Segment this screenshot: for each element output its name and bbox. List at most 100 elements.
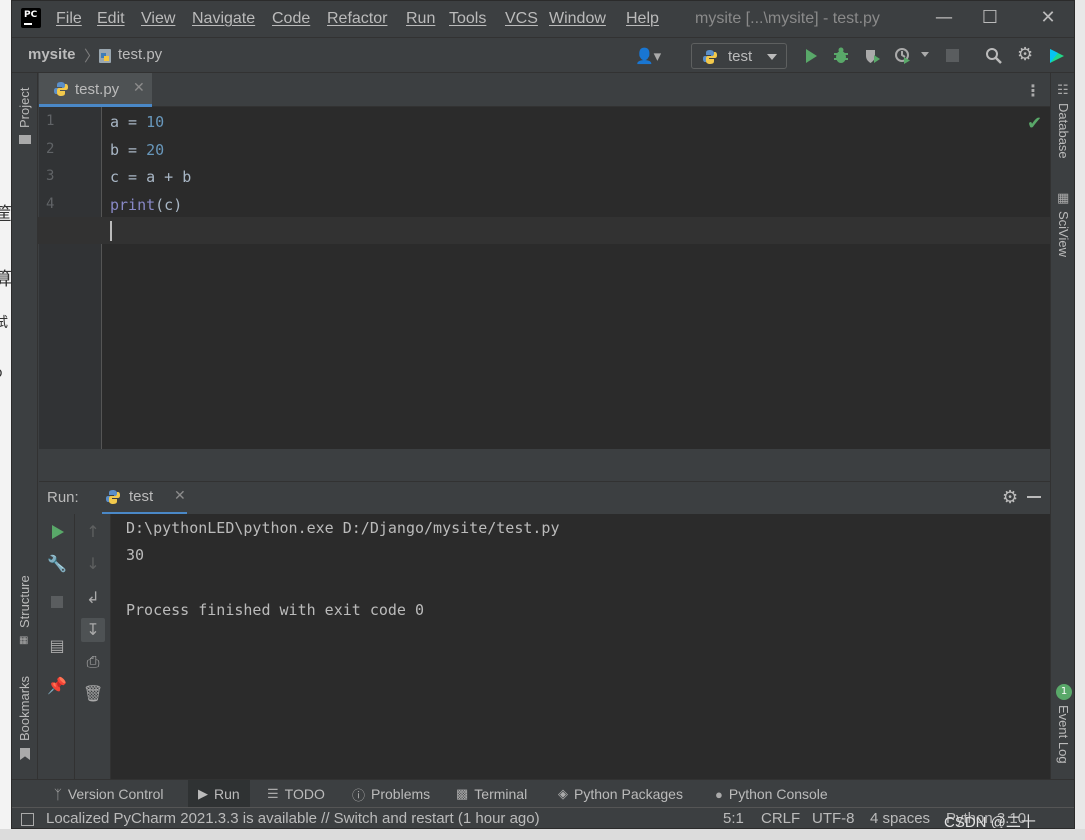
panel-splitter[interactable]: [39, 449, 1050, 481]
run-with-coverage-icon[interactable]: [864, 47, 882, 65]
scroll-to-end-icon[interactable]: ↧: [81, 618, 105, 642]
no-problems-checkmark-icon[interactable]: ✔: [1027, 113, 1042, 134]
current-line-highlight: [38, 217, 1050, 244]
python-file-icon: [99, 49, 111, 63]
toggle-tool-windows-icon[interactable]: [21, 813, 34, 826]
code-with-me-icon[interactable]: [1048, 47, 1066, 65]
line-number-gutter: 1 2 3 4 5: [39, 107, 102, 449]
arrow-down-icon[interactable]: ↓: [83, 554, 103, 574]
run-settings-gear-icon[interactable]: ⚙: [1002, 487, 1018, 508]
folder-icon: [19, 135, 31, 144]
breadcrumb-file[interactable]: test.py: [118, 46, 162, 63]
line-number: 2: [46, 141, 55, 157]
menu-navigate[interactable]: Navigate: [192, 10, 255, 28]
print-icon[interactable]: ⎙: [83, 652, 103, 672]
code-editor[interactable]: a = 10 b = 20 c = a + b print(c) ✔: [38, 107, 1050, 449]
profile-icon[interactable]: [894, 47, 912, 65]
menu-code[interactable]: Code: [272, 10, 310, 28]
code-line-4: print(c): [110, 196, 183, 214]
branch-icon: ᛉ: [54, 786, 62, 802]
console-line: 30: [126, 546, 145, 564]
rerun-icon[interactable]: [47, 522, 67, 542]
menu-window[interactable]: Window: [549, 10, 606, 28]
structure-tool-button[interactable]: Structure: [17, 575, 32, 628]
search-icon[interactable]: [985, 47, 1003, 65]
event-log-tool-button[interactable]: Event Log: [1056, 705, 1071, 764]
wrench-icon[interactable]: 🔧: [47, 554, 67, 574]
menu-vcs[interactable]: VCS: [505, 10, 538, 28]
line-separator[interactable]: CRLF: [761, 810, 800, 827]
sciview-tool-button[interactable]: SciView: [1056, 211, 1071, 257]
stop-icon[interactable]: [51, 596, 63, 608]
menu-file[interactable]: File: [56, 10, 82, 28]
stop-icon[interactable]: [946, 49, 959, 62]
python-icon: ●: [715, 786, 723, 802]
python-file-icon: [54, 82, 68, 96]
menu-bar: PC File Edit View Navigate Code Refactor…: [12, 1, 1074, 37]
editor-tab-label: test.py: [75, 81, 120, 98]
structure-icon: ▦: [19, 635, 29, 646]
run-tool-button[interactable]: ▶ Run: [188, 780, 250, 808]
status-bar: Localized PyCharm 2021.3.3 is available …: [12, 807, 1074, 828]
todo-tool-button[interactable]: ☰ TODO: [267, 780, 325, 808]
editor-tab-bar: test.py ✕ ⋮: [39, 73, 1050, 107]
maximize-icon[interactable]: ☐: [968, 7, 1012, 31]
menu-view[interactable]: View: [141, 10, 175, 28]
code-line-1: a = 10: [110, 113, 165, 131]
soft-wrap-icon[interactable]: ↲: [83, 588, 103, 608]
indent-setting[interactable]: 4 spaces: [870, 810, 930, 827]
menu-edit[interactable]: Edit: [97, 10, 125, 28]
tool-label: Version Control: [67, 786, 164, 802]
user-account-icon[interactable]: 👤▾: [635, 47, 669, 65]
run-console-output[interactable]: D:\pythonLED\python.exe D:/Django/mysite…: [111, 514, 1050, 779]
caret-position[interactable]: 5:1: [723, 810, 744, 827]
code-line-2: b = 20: [110, 141, 165, 159]
python-packages-tool-button[interactable]: ◈ Python Packages: [558, 780, 683, 808]
run-configuration-label: test: [728, 48, 753, 65]
run-tab-test[interactable]: test ✕: [102, 482, 187, 515]
pycharm-logo-icon: PC: [19, 6, 43, 30]
project-tool-button[interactable]: Project: [17, 88, 32, 128]
run-configuration-selector[interactable]: test: [691, 43, 787, 69]
debug-icon[interactable]: [832, 47, 850, 65]
run-tab-label: test: [129, 488, 154, 505]
terminal-icon: ▩: [456, 786, 469, 801]
python-console-tool-button[interactable]: ● Python Console: [715, 780, 828, 808]
window-title: mysite [...\mysite] - test.py: [695, 10, 880, 27]
more-vertical-icon[interactable]: ⋮: [1025, 81, 1041, 100]
sciview-icon: ▦: [1057, 191, 1070, 206]
menu-help[interactable]: Help: [626, 10, 659, 28]
settings-gear-icon[interactable]: ⚙: [1017, 44, 1033, 65]
file-encoding[interactable]: UTF-8: [812, 810, 855, 827]
left-tool-window-bar: Project Structure ▦ Bookmarks: [12, 73, 38, 779]
hide-panel-icon[interactable]: [1027, 496, 1041, 498]
minimize-icon[interactable]: —: [922, 7, 966, 31]
console-line: Process finished with exit code 0: [126, 601, 425, 619]
menu-run[interactable]: Run: [406, 10, 435, 28]
arrow-up-icon[interactable]: ↑: [83, 522, 103, 542]
menu-tools[interactable]: Tools: [449, 10, 486, 28]
run-triangle-icon: ▶: [198, 786, 208, 801]
layout-icon[interactable]: ▤: [47, 636, 67, 656]
console-line: D:\pythonLED\python.exe D:/Django/mysite…: [126, 519, 560, 537]
background-window-strip: 筐算试o: [0, 0, 11, 840]
run-icon[interactable]: [802, 47, 820, 65]
python-icon: [703, 50, 717, 64]
database-tool-button[interactable]: Database: [1056, 103, 1071, 159]
editor-tab-test-py[interactable]: test.py ✕: [39, 73, 152, 107]
chevron-down-icon: [767, 54, 777, 60]
close-tab-icon[interactable]: ✕: [133, 80, 145, 96]
close-icon[interactable]: ✕: [1026, 7, 1070, 31]
menu-refactor[interactable]: Refactor: [327, 10, 387, 28]
terminal-tool-button[interactable]: ▩ Terminal: [456, 780, 527, 808]
pin-icon[interactable]: 📌: [47, 676, 67, 696]
status-notification-message[interactable]: Localized PyCharm 2021.3.3 is available …: [46, 810, 540, 827]
problems-tool-button[interactable]: ⓘ Problems: [352, 780, 430, 808]
tool-label: Python Console: [728, 786, 828, 802]
close-run-tab-icon[interactable]: ✕: [174, 488, 186, 504]
version-control-tool-button[interactable]: ᛉ Version Control: [54, 780, 164, 808]
breadcrumb-project[interactable]: mysite: [28, 46, 76, 63]
trash-icon[interactable]: 🗑: [83, 684, 103, 704]
more-run-options-icon[interactable]: [921, 52, 929, 57]
bookmarks-tool-button[interactable]: Bookmarks: [17, 676, 32, 741]
